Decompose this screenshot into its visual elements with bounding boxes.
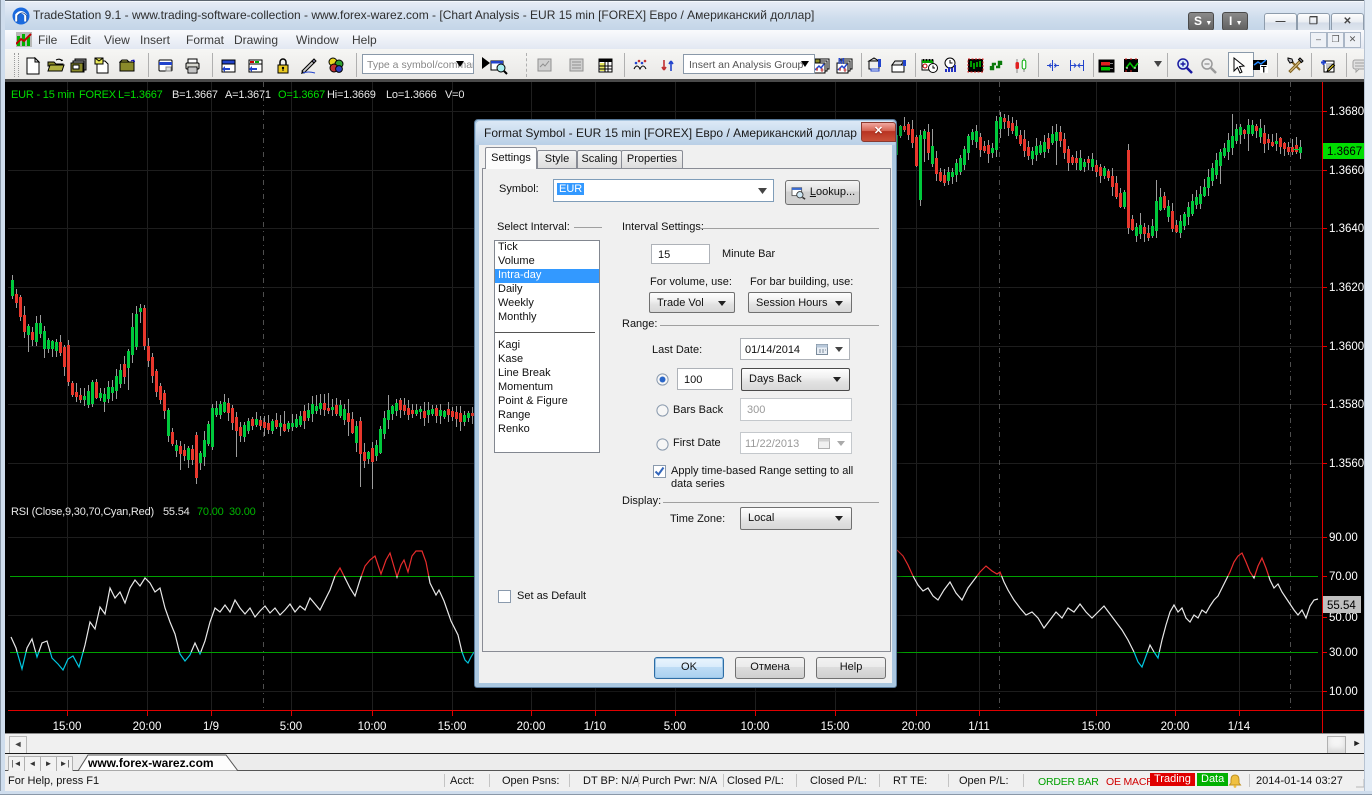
svg-text:70.00: 70.00 (1329, 571, 1358, 583)
svg-text:1.3680: 1.3680 (1329, 106, 1364, 118)
svg-text:30.00: 30.00 (1329, 647, 1358, 659)
svg-text:1.3660: 1.3660 (1329, 165, 1364, 177)
svg-text:1.3580: 1.3580 (1329, 399, 1364, 411)
svg-text:RSI (Close,9,30,70,Cyan,Red): RSI (Close,9,30,70,Cyan,Red) (11, 506, 154, 518)
svg-text:20:00: 20:00 (517, 721, 546, 733)
svg-text:5:00: 5:00 (664, 721, 686, 733)
svg-text:20:00: 20:00 (902, 721, 931, 733)
svg-text:A=1.3671: A=1.3671 (225, 89, 271, 101)
svg-text:70.00: 70.00 (197, 506, 224, 518)
svg-text:55.54: 55.54 (1327, 600, 1356, 612)
svg-text:B=1.3667: B=1.3667 (172, 89, 218, 101)
svg-text:1/9: 1/9 (203, 721, 219, 733)
svg-text:1/10: 1/10 (584, 721, 606, 733)
svg-text:FOREX: FOREX (79, 89, 117, 101)
svg-text:15:00: 15:00 (821, 721, 850, 733)
svg-text:V=0: V=0 (445, 89, 464, 101)
svg-text:55.54: 55.54 (163, 506, 190, 518)
svg-text:20:00: 20:00 (133, 721, 162, 733)
svg-text:Lo=1.3666: Lo=1.3666 (386, 89, 437, 101)
svg-text:5:00: 5:00 (280, 721, 302, 733)
svg-text:O=1.3667: O=1.3667 (278, 89, 325, 101)
svg-text:1/11: 1/11 (968, 721, 990, 733)
svg-text:50.00: 50.00 (1329, 612, 1358, 624)
svg-text:T: T (1261, 65, 1267, 75)
svg-text:1.3620: 1.3620 (1329, 282, 1364, 294)
svg-text:1/14: 1/14 (1228, 721, 1251, 733)
svg-text:1.3560: 1.3560 (1329, 458, 1364, 470)
svg-text:10:00: 10:00 (741, 721, 770, 733)
svg-text:1.3600: 1.3600 (1329, 341, 1364, 353)
svg-text:Hi=1.3669: Hi=1.3669 (327, 89, 376, 101)
svg-text:EUR - 15 min: EUR - 15 min (11, 89, 75, 101)
svg-text:15:00: 15:00 (1082, 721, 1111, 733)
svg-text:www.forex-warez.com: www.forex-warez.com (87, 756, 214, 770)
svg-text:30.00: 30.00 (229, 506, 256, 518)
svg-text:10:00: 10:00 (358, 721, 387, 733)
svg-text:1.3640: 1.3640 (1329, 223, 1364, 235)
svg-text:1.3667: 1.3667 (1327, 146, 1362, 158)
svg-text:15:00: 15:00 (438, 721, 467, 733)
svg-text:15:00: 15:00 (53, 721, 82, 733)
svg-text:20:00: 20:00 (1161, 721, 1190, 733)
svg-text:90.00: 90.00 (1329, 532, 1358, 544)
svg-text:M: M (838, 57, 845, 66)
svg-text:10.00: 10.00 (1329, 686, 1358, 698)
svg-text:L=1.3667: L=1.3667 (118, 89, 163, 101)
